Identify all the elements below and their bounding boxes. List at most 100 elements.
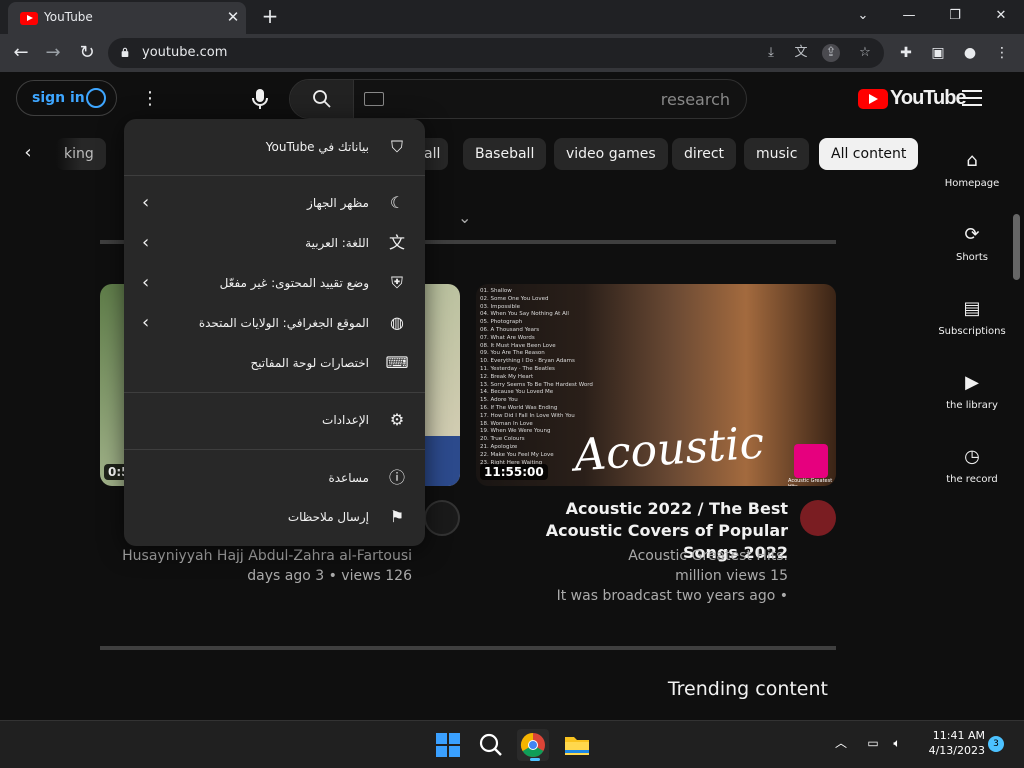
close-window-icon[interactable]: ✕ <box>978 0 1024 32</box>
guide-item-shorts[interactable]: ⟳ Shorts <box>938 224 1006 263</box>
lock-icon[interactable] <box>120 47 130 57</box>
tracklist-line: 13. Sorry Seems To Be The Hardest Word <box>480 381 593 388</box>
file-explorer-icon[interactable] <box>561 729 593 761</box>
video-metadata: days ago 3 • views 126 <box>247 568 412 584</box>
side-panel-icon[interactable]: ▣ <box>926 41 950 65</box>
tracklist-line: 08. It Must Have Been Love <box>480 342 556 349</box>
chip[interactable]: music <box>744 138 810 170</box>
menu-item-label: إرسال ملاحظات <box>287 510 369 524</box>
chevron-left-icon: ‹ <box>142 192 150 213</box>
menu-item-label: اختصارات لوحة المفاتيح <box>250 356 369 370</box>
channel-name[interactable]: Husayniyyah Hajj Abdul-Zahra al-Fartousi <box>112 546 412 566</box>
guide-menu-icon[interactable] <box>962 90 982 106</box>
keyboard-icon[interactable] <box>364 92 384 106</box>
menu-item-location[interactable]: ‹ الموقع الجغرافي: الولايات المتحدة ◍ <box>124 303 425 343</box>
tracklist-line: 03. Impossible <box>480 303 520 310</box>
menu-item-label: وضع تقييد المحتوى: غير مفعّل <box>219 276 369 290</box>
chrome-menu-icon[interactable]: ⋮ <box>990 41 1014 65</box>
back-icon[interactable]: ← <box>8 40 34 66</box>
tracklist-line: 17. How Did I Fall In Love With You <box>480 412 575 419</box>
forward-icon[interactable]: → <box>40 40 66 66</box>
taskbar-search-icon[interactable] <box>475 729 507 761</box>
tab-search-chevron-icon[interactable]: ⌄ <box>840 0 886 32</box>
tracklist-line: 06. A Thousand Years <box>480 326 540 333</box>
menu-item-settings[interactable]: الإعدادات ⚙ <box>124 400 425 440</box>
voice-search-mic-icon[interactable] <box>246 85 274 113</box>
new-tab-icon[interactable]: + <box>258 4 282 28</box>
search-box <box>289 79 747 119</box>
menu-item-language[interactable]: ‹ اللغة: العربية 文 <box>124 223 425 263</box>
library-icon: ▶ <box>965 372 979 393</box>
guide-item-history[interactable]: ◷ the record <box>938 446 1006 485</box>
guide-item-subscriptions[interactable]: ▤ Subscriptions <box>938 298 1006 337</box>
help-circle-icon: ⓘ <box>388 468 405 487</box>
install-app-icon[interactable]: ⤓ <box>762 44 780 62</box>
translate-icon: 文 <box>388 233 405 252</box>
tray-overflow-chevron-icon[interactable]: ︿ <box>832 734 850 752</box>
video-duration: 11:55:00 <box>480 464 548 480</box>
menu-item-label: مساعدة <box>328 471 369 485</box>
settings-dropdown-menu: بياناتك في YouTube ⛉ ‹ مظهر الجهاز ☾ ‹ ا… <box>124 119 425 546</box>
expand-chevron-icon[interactable]: ⌄ <box>458 208 478 228</box>
menu-item-your-data[interactable]: بياناتك في YouTube ⛉ <box>124 127 425 167</box>
chip-active[interactable]: All content <box>819 138 919 170</box>
youtube-logo[interactable]: YouTube <box>858 87 967 111</box>
windows-start-icon[interactable] <box>432 729 464 761</box>
browser-tab[interactable]: YouTube ✕ <box>8 2 246 34</box>
share-icon[interactable]: ⇪ <box>822 44 840 62</box>
menu-item-keyboard-shortcuts[interactable]: اختصارات لوحة المفاتيح ⌨ <box>124 343 425 383</box>
restore-icon[interactable]: ❐ <box>932 0 978 32</box>
search-input[interactable] <box>390 80 730 118</box>
youtube-logo-text: YouTube <box>890 87 967 109</box>
taskbar-clock[interactable]: 11:41 AM 4/13/2023 <box>915 728 985 758</box>
menu-item-feedback[interactable]: إرسال ملاحظات ⚑ <box>124 497 425 537</box>
minimize-icon[interactable]: — <box>886 0 932 32</box>
menu-item-label: اللغة: العربية <box>305 236 369 250</box>
chip[interactable]: king <box>56 138 106 170</box>
guide-label: Subscriptions <box>938 326 1006 337</box>
network-icon[interactable]: ▭ <box>864 734 882 752</box>
tracklist-line: 15. Adore You <box>480 397 518 404</box>
menu-item-help[interactable]: مساعدة ⓘ <box>124 458 425 498</box>
history-icon: ◷ <box>964 446 980 467</box>
extensions-puzzle-icon[interactable]: ✚ <box>894 41 918 65</box>
keyboard-icon: ⌨ <box>385 353 409 372</box>
bookmark-star-icon[interactable]: ☆ <box>856 44 874 62</box>
reload-icon[interactable]: ↻ <box>74 40 100 66</box>
chip[interactable]: Baseball <box>463 138 547 170</box>
chips-scroll-left-icon[interactable]: ‹ <box>18 142 38 166</box>
tab-close-icon[interactable]: ✕ <box>222 6 244 28</box>
notification-badge[interactable]: 3 <box>988 736 1004 752</box>
youtube-play-logo-icon <box>858 89 888 109</box>
menu-item-label: الموقع الجغرافي: الولايات المتحدة <box>198 316 369 330</box>
browser-tab-strip: YouTube ✕ + ⌄ — ❐ ✕ <box>0 0 1024 34</box>
guide-item-library[interactable]: ▶ the library <box>938 372 1006 411</box>
home-icon: ⌂ <box>966 150 978 171</box>
page-scrollbar[interactable] <box>1013 214 1020 280</box>
guide-label: Shorts <box>955 252 989 263</box>
menu-item-label: مظهر الجهاز <box>307 196 369 210</box>
chrome-app-icon[interactable] <box>517 729 549 761</box>
search-button[interactable] <box>290 80 354 118</box>
address-bar[interactable]: youtube.com ⤓ 文 ⇪ ☆ <box>108 38 884 68</box>
youtube-favicon-icon <box>20 12 38 25</box>
menu-item-appearance[interactable]: ‹ مظهر الجهاز ☾ <box>124 183 425 223</box>
video-views: million views 15 <box>675 568 788 584</box>
channel-avatar[interactable] <box>424 500 460 536</box>
chrome-running-indicator <box>530 758 540 761</box>
video-thumbnail[interactable]: 01. Shallow 02. Some One You Loved 03. Imp… <box>476 284 836 486</box>
guide-item-home[interactable]: ⌂ Homepage <box>938 150 1006 189</box>
sign-in-button[interactable]: sign in <box>16 80 117 116</box>
menu-item-restricted-mode[interactable]: ‹ وضع تقييد المحتوى: غير مفعّل ⛨ <box>124 263 425 303</box>
profile-icon[interactable]: ● <box>958 41 982 65</box>
tracklist-line: 11. Yesterday · The Beatles <box>480 365 555 372</box>
url-text[interactable]: youtube.com <box>142 45 227 60</box>
chip[interactable]: video games <box>554 138 668 170</box>
translate-icon[interactable]: 文 <box>792 44 810 62</box>
settings-kebab-icon[interactable]: ⋮ <box>138 86 162 112</box>
channel-avatar[interactable] <box>800 500 836 536</box>
chip[interactable]: direct <box>672 138 737 170</box>
guide-label: Homepage <box>944 178 1000 189</box>
volume-icon[interactable]: 🔈︎ <box>888 734 906 752</box>
channel-name[interactable]: Acoustic Greatest Hits. <box>488 546 788 566</box>
